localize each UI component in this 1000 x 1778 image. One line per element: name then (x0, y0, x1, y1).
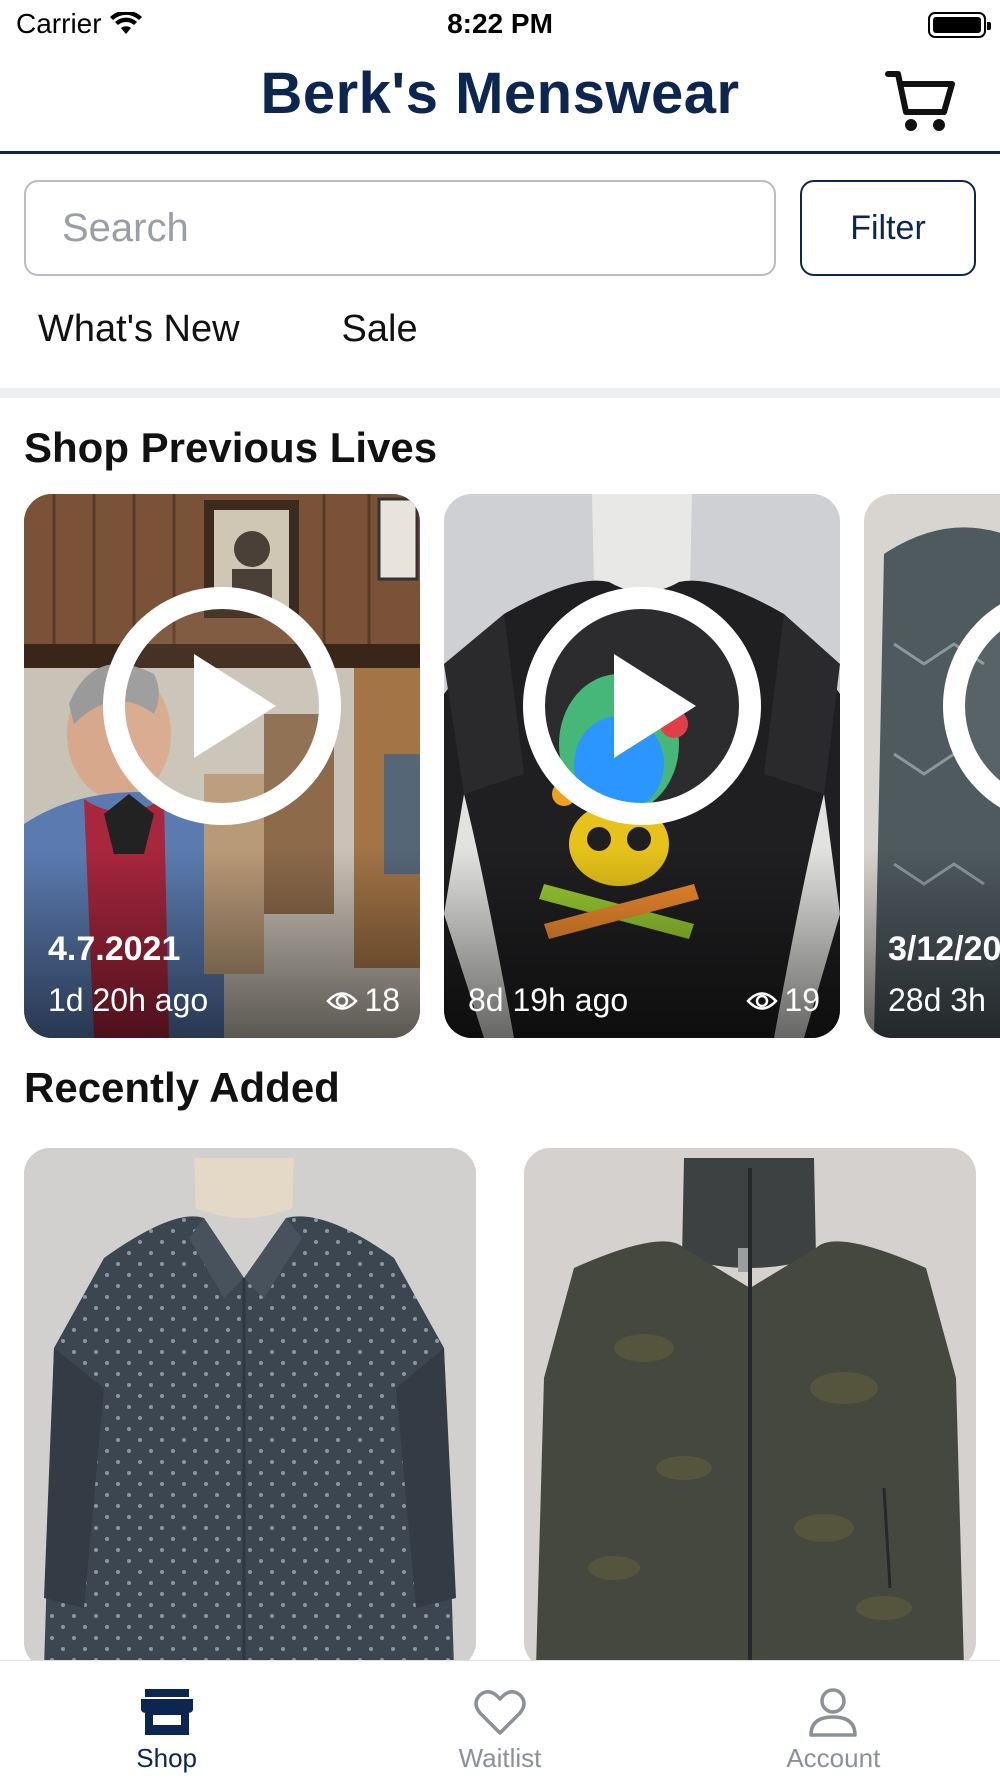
product-image (524, 1148, 976, 1668)
previous-lives-heading: Shop Previous Lives (24, 424, 438, 471)
previous-lives-carousel[interactable]: 4.7.2021 1d 20h ago 18 8d 19h ago 19 3/1… (24, 494, 1000, 1038)
view-count-value: 18 (364, 982, 400, 1018)
play-icon[interactable] (942, 586, 1000, 826)
live-view-count: 18 (326, 982, 400, 1019)
live-time-ago: 1d 20h ago (48, 982, 209, 1018)
store-icon (140, 1689, 193, 1735)
tab-account[interactable]: Account (667, 1661, 1000, 1778)
live-time-ago: 28d 3h (888, 982, 986, 1018)
live-card[interactable]: 4.7.2021 1d 20h ago 18 (24, 494, 420, 1038)
tab-label-waitlist: Waitlist (458, 1743, 542, 1773)
heart-icon (474, 1690, 526, 1735)
product-card-dress-shirt[interactable] (24, 1148, 476, 1668)
view-count-value: 19 (784, 982, 820, 1018)
sale-link[interactable]: Sale (342, 308, 418, 351)
person-icon (809, 1688, 858, 1737)
whats-new-link[interactable]: What's New (38, 308, 240, 351)
live-date: 4.7.2021 (48, 930, 181, 968)
battery-icon (928, 12, 991, 38)
tab-shop[interactable]: Shop (0, 1661, 333, 1778)
status-bar: Carrier 8:22 PM (0, 0, 1000, 50)
product-image (24, 1148, 476, 1668)
cart-icon (885, 71, 955, 131)
filter-button[interactable]: Filter (800, 180, 976, 276)
live-card[interactable]: 8d 19h ago 19 (444, 494, 840, 1038)
play-icon[interactable] (522, 586, 762, 826)
live-card[interactable]: 3/12/20 28d 3h (864, 494, 1000, 1038)
live-view-count: 19 (746, 982, 820, 1019)
product-card-jacket[interactable] (524, 1148, 976, 1668)
eye-icon (746, 991, 779, 1010)
live-time-ago: 8d 19h ago (468, 982, 629, 1018)
tab-bar: Shop Waitlist Account (0, 1660, 1000, 1778)
tab-waitlist[interactable]: Waitlist (333, 1661, 666, 1778)
eye-icon (326, 991, 359, 1010)
tab-label-shop: Shop (136, 1743, 198, 1773)
live-date: 3/12/20 (888, 930, 1000, 968)
cart-button[interactable] (884, 68, 956, 134)
app-title: Berk's Menswear (260, 61, 740, 126)
quick-links: What's New Sale (38, 308, 418, 351)
tab-label-account: Account (786, 1743, 881, 1773)
app-header: Berk's Menswear (0, 50, 1000, 154)
clock: 8:22 PM (447, 8, 553, 39)
play-icon[interactable] (102, 586, 342, 826)
section-divider (0, 388, 1000, 398)
recently-added-heading: Recently Added (24, 1064, 340, 1111)
search-input[interactable] (24, 180, 776, 276)
